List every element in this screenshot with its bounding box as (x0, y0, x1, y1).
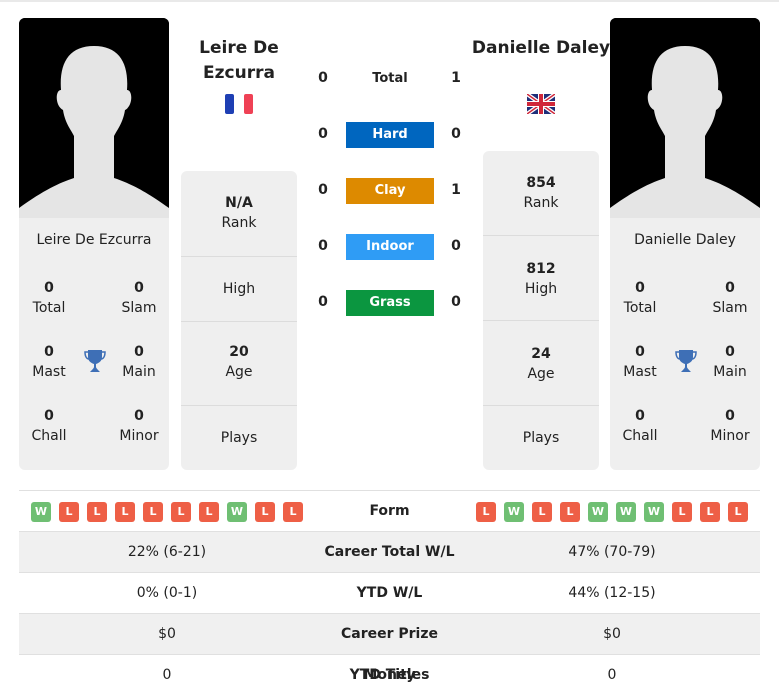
form-badge-loss[interactable]: L (87, 502, 107, 522)
trophy-icon (674, 348, 698, 374)
player2-rank: 854 Rank (523, 175, 559, 211)
h2h-clay-p2: 1 (451, 182, 461, 198)
player1-ytd-titles: 0 (162, 667, 172, 683)
form-badge-win[interactable]: W (616, 502, 636, 522)
h2h-indoor-label[interactable]: Indoor (346, 234, 434, 260)
career-total-wl-row: 22% (6-21) Career Total W/L 47% (70-79) (19, 531, 760, 572)
player2-career-total-wl: 47% (70-79) (568, 544, 656, 560)
h2h-indoor-p2: 0 (451, 238, 461, 254)
player1-form: WLLLLLLWLL (31, 502, 303, 522)
player1-card-name: Leire De Ezcurra (36, 232, 152, 248)
player1-high: High (181, 256, 297, 321)
player2-titles-mast: 0 Mast (623, 344, 657, 380)
player1-career-total-wl: 22% (6-21) (127, 544, 207, 560)
player2-photo (610, 18, 760, 218)
h2h-clay-label[interactable]: Clay (346, 178, 434, 204)
h2h-hard-row: 0 Hard 0 (310, 122, 470, 148)
form-badge-loss[interactable]: L (532, 502, 552, 522)
career-prize-money-label: Career Prize Money (340, 626, 438, 683)
form-badge-win[interactable]: W (588, 502, 608, 522)
h2h-hard-p2: 0 (451, 126, 461, 142)
form-badge-loss[interactable]: L (560, 502, 580, 522)
player2-ytd-wl: 44% (12-15) (568, 585, 656, 601)
ytd-titles-label: YTD Titles (349, 667, 430, 683)
form-badge-win[interactable]: W (644, 502, 664, 522)
h2h-total-label: Total (372, 71, 408, 86)
form-badge-loss[interactable]: L (199, 502, 219, 522)
career-total-wl-label: Career Total W/L (324, 544, 455, 560)
player-silhouette-icon (610, 18, 760, 218)
h2h-clay-p1: 0 (318, 182, 328, 198)
form-badge-win[interactable]: W (227, 502, 247, 522)
france-flag-icon (225, 94, 253, 114)
player2-titles-slam: 0 Slam (712, 280, 748, 316)
form-badge-loss[interactable]: L (59, 502, 79, 522)
trophy-icon (83, 348, 107, 374)
form-label: Form (369, 503, 410, 519)
form-badge-loss[interactable]: L (255, 502, 275, 522)
h2h-hard-label[interactable]: Hard (346, 122, 434, 148)
form-badge-loss[interactable]: L (283, 502, 303, 522)
player1-titles-chall: 0 Chall (31, 408, 67, 444)
player1-name[interactable]: Leire De Ezcurra (169, 36, 309, 86)
player2-age: 24 Age (483, 320, 599, 405)
h2h-total-p1: 0 (318, 70, 328, 86)
form-badge-loss[interactable]: L (171, 502, 191, 522)
h2h-indoor-row: 0 Indoor 0 (310, 234, 470, 260)
player2-ytd-titles: 0 (607, 667, 617, 683)
player2-titles-main: 0 Main (713, 344, 747, 380)
player1-career-prize-money: $0 (158, 626, 176, 642)
form-badge-win[interactable]: W (504, 502, 524, 522)
player1-rank: N/A Rank (221, 195, 257, 231)
form-badge-loss[interactable]: L (476, 502, 496, 522)
player2-form: LWLLWWWLLL (476, 502, 748, 522)
player1-titles-minor: 0 Minor (119, 408, 159, 444)
top-divider (0, 0, 779, 2)
player1-card: Leire De Ezcurra 0 Total 0 Slam 0 Mast 0 Mai… (19, 18, 169, 470)
h2h-grass-row: 0 Grass 0 (310, 290, 470, 316)
player1-info-card: N/A Rank High 20 Age Plays (181, 171, 297, 470)
player2-card: Danielle Daley 0 Total 0 Slam 0 Mast 0 Main … (610, 18, 760, 470)
player1-titles-total: 0 Total (32, 280, 66, 316)
career-prize-money-row: $0 Career Prize Money $0 (19, 613, 760, 683)
player1-titles-slam: 0 Slam (121, 280, 157, 316)
ytd-wl-row: 0% (0-1) YTD W/L 44% (12-15) (19, 572, 760, 613)
h2h-grass-p2: 0 (451, 294, 461, 310)
form-badge-loss[interactable]: L (115, 502, 135, 522)
form-badge-loss[interactable]: L (143, 502, 163, 522)
h2h-total-row: 0 Total 1 (310, 66, 470, 92)
player1-age: 20 Age (181, 321, 297, 406)
player2-titles-chall: 0 Chall (622, 408, 658, 444)
form-row: WLLLLLLWLL Form LWLLWWWLLL (19, 490, 760, 531)
player2-info-card: 854 Rank 812 High 24 Age Plays (483, 151, 599, 470)
form-badge-loss[interactable]: L (672, 502, 692, 522)
uk-flag-icon (525, 92, 557, 116)
h2h-grass-p1: 0 (318, 294, 328, 310)
form-badge-win[interactable]: W (31, 502, 51, 522)
player2-card-name: Danielle Daley (634, 232, 736, 248)
ytd-wl-label: YTD W/L (356, 585, 423, 601)
h2h-clay-row: 0 Clay 1 (310, 178, 470, 204)
h2h-hard-p1: 0 (318, 126, 328, 142)
player1-ytd-wl: 0% (0-1) (136, 585, 198, 601)
player-silhouette-icon (19, 18, 169, 218)
h2h-indoor-p1: 0 (318, 238, 328, 254)
comparison-table: WLLLLLLWLL Form LWLLWWWLLL 22% (6-21) Ca… (19, 490, 760, 695)
player1-plays: Plays (181, 405, 297, 470)
player1-titles-main: 0 Main (122, 344, 156, 380)
h2h-total-p2: 1 (451, 70, 461, 86)
player2-name[interactable]: Danielle Daley (471, 36, 611, 61)
form-badge-loss[interactable]: L (700, 502, 720, 522)
player1-photo (19, 18, 169, 218)
player2-titles-minor: 0 Minor (710, 408, 750, 444)
player2-career-prize-money: $0 (603, 626, 621, 642)
player2-titles-total: 0 Total (623, 280, 657, 316)
player2-plays: Plays (483, 405, 599, 470)
form-badge-loss[interactable]: L (728, 502, 748, 522)
ytd-titles-row: 0 YTD Titles 0 (19, 654, 760, 695)
player1-titles-mast: 0 Mast (32, 344, 66, 380)
player2-high: 812 High (483, 235, 599, 320)
h2h-grass-label[interactable]: Grass (346, 290, 434, 316)
